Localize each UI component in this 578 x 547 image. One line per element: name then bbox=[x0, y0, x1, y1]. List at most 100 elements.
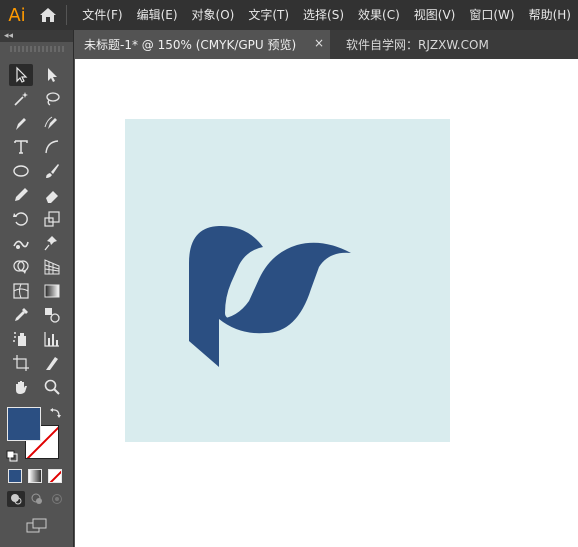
menu-object[interactable]: 对象(O) bbox=[185, 0, 242, 30]
none-mode-button[interactable] bbox=[48, 469, 62, 483]
draw-behind-button[interactable] bbox=[28, 491, 46, 507]
eraser-icon bbox=[46, 191, 58, 203]
swap-fill-stroke-button[interactable] bbox=[49, 405, 63, 419]
fill-swatch[interactable] bbox=[7, 407, 41, 441]
perspective-grid-icon bbox=[44, 259, 60, 275]
hand-tool[interactable] bbox=[9, 376, 33, 398]
zoom-tool[interactable] bbox=[40, 376, 64, 398]
menu-window[interactable]: 窗口(W) bbox=[462, 0, 521, 30]
swap-arrow-icon bbox=[50, 408, 61, 418]
direct-selection-arrow-icon bbox=[48, 68, 57, 82]
scale-tool[interactable] bbox=[40, 208, 64, 230]
rotate-icon bbox=[13, 212, 28, 226]
menu-help[interactable]: 帮助(H) bbox=[522, 0, 578, 30]
ellipse-icon bbox=[13, 165, 29, 177]
ellipse-tool[interactable] bbox=[9, 160, 33, 182]
document-tab-bar: 未标题-1* @ 150% (CMYK/GPU 预览) × 软件自学网：RJZX… bbox=[74, 30, 578, 59]
column-graph-icon bbox=[44, 332, 59, 347]
artboard-tool[interactable] bbox=[9, 352, 33, 374]
menu-file[interactable]: 文件(F) bbox=[75, 0, 129, 30]
eraser-tool[interactable] bbox=[40, 184, 64, 206]
menu-type[interactable]: 文字(T) bbox=[241, 0, 296, 30]
canvas-area[interactable] bbox=[75, 59, 578, 547]
shape-builder-tool[interactable] bbox=[9, 256, 33, 278]
menu-divider bbox=[66, 5, 68, 25]
zoom-magnifier-icon bbox=[44, 379, 60, 395]
mesh-tool[interactable] bbox=[9, 280, 33, 302]
column-graph-tool[interactable] bbox=[40, 328, 64, 350]
tab-document-active[interactable]: 未标题-1* @ 150% (CMYK/GPU 预览) × bbox=[74, 30, 330, 59]
app-logo: Ai bbox=[8, 4, 26, 26]
menu-edit[interactable]: 编辑(E) bbox=[130, 0, 185, 30]
home-button[interactable] bbox=[34, 0, 62, 30]
menu-view[interactable]: 视图(V) bbox=[407, 0, 463, 30]
draw-inside-button[interactable] bbox=[48, 491, 66, 507]
draw-normal-icon bbox=[11, 494, 22, 505]
menu-bar: Ai 文件(F) 编辑(E) 对象(O) 文字(T) 选择(S) 效果(C) 视… bbox=[0, 0, 578, 30]
none-slash-icon bbox=[49, 470, 61, 482]
menu-effect[interactable]: 效果(C) bbox=[351, 0, 407, 30]
panel-grip[interactable] bbox=[10, 46, 64, 52]
tools-collapse-button[interactable]: ◂◂ bbox=[0, 30, 73, 42]
mesh-icon bbox=[13, 283, 29, 299]
magic-wand-tool[interactable] bbox=[9, 88, 33, 110]
paintbrush-icon bbox=[46, 164, 59, 178]
collapse-icon: ◂◂ bbox=[4, 31, 14, 41]
illustrator-window: Ai 文件(F) 编辑(E) 对象(O) 文字(T) 选择(S) 效果(C) 视… bbox=[0, 0, 578, 547]
curvature-tool[interactable] bbox=[40, 112, 64, 134]
blend-tool[interactable] bbox=[40, 304, 64, 326]
pen-tool[interactable] bbox=[9, 112, 33, 134]
rotate-tool[interactable] bbox=[9, 208, 33, 230]
perspective-grid-tool[interactable] bbox=[40, 256, 64, 278]
tools-panel: ◂◂ bbox=[0, 30, 74, 547]
arc-icon bbox=[45, 140, 59, 154]
hand-icon bbox=[16, 381, 27, 394]
selection-arrow-icon bbox=[16, 66, 28, 83]
selection-tool[interactable] bbox=[9, 64, 33, 86]
gradient-icon bbox=[44, 284, 60, 298]
tab-document-label: 未标题-1* @ 150% (CMYK/GPU 预览) bbox=[84, 38, 297, 52]
gradient-mode-button[interactable] bbox=[28, 469, 42, 483]
blend-icon bbox=[45, 308, 60, 323]
slice-knife-icon bbox=[46, 357, 58, 370]
slice-tool[interactable] bbox=[40, 352, 64, 374]
default-colors-icon bbox=[6, 450, 18, 462]
scale-icon bbox=[44, 211, 60, 227]
menu-select[interactable]: 选择(S) bbox=[296, 0, 351, 30]
symbol-sprayer-tool[interactable] bbox=[9, 328, 33, 350]
ps-logo-artwork[interactable] bbox=[189, 223, 351, 367]
puppet-warp-tool[interactable] bbox=[40, 232, 64, 254]
width-tool-icon bbox=[13, 240, 29, 249]
width-tool[interactable] bbox=[9, 232, 33, 254]
pen-icon bbox=[16, 118, 26, 130]
home-icon bbox=[40, 8, 57, 22]
gradient-tool[interactable] bbox=[40, 280, 64, 302]
screen-mode-icon bbox=[26, 518, 47, 533]
paintbrush-tool[interactable] bbox=[40, 160, 64, 182]
eyedropper-icon bbox=[15, 308, 28, 321]
shaper-tool[interactable] bbox=[9, 184, 33, 206]
symbol-sprayer-icon bbox=[13, 332, 26, 346]
shaper-pencil-icon bbox=[15, 188, 28, 201]
pushpin-icon bbox=[44, 236, 57, 251]
eyedropper-tool[interactable] bbox=[9, 304, 33, 326]
default-fill-stroke-button[interactable] bbox=[6, 447, 18, 462]
screen-mode-button[interactable] bbox=[25, 517, 49, 535]
artboard[interactable] bbox=[125, 119, 450, 442]
draw-behind-icon bbox=[31, 493, 42, 504]
tab-document-second[interactable]: 软件自学网：RJZXW.COM bbox=[330, 30, 489, 59]
curvature-pen-icon bbox=[44, 116, 57, 129]
shape-builder-icon bbox=[13, 260, 29, 274]
magic-wand-icon bbox=[14, 92, 28, 106]
lasso-icon bbox=[46, 92, 60, 106]
lasso-tool[interactable] bbox=[40, 88, 64, 110]
type-icon bbox=[14, 140, 28, 154]
arc-tool[interactable] bbox=[40, 136, 64, 158]
close-tab-icon[interactable]: × bbox=[314, 36, 324, 50]
draw-normal-button[interactable] bbox=[7, 491, 25, 507]
type-tool[interactable] bbox=[9, 136, 33, 158]
direct-selection-tool[interactable] bbox=[40, 64, 64, 86]
color-mode-button[interactable] bbox=[8, 469, 22, 483]
draw-inside-icon bbox=[52, 494, 62, 504]
artboard-icon bbox=[13, 355, 29, 371]
